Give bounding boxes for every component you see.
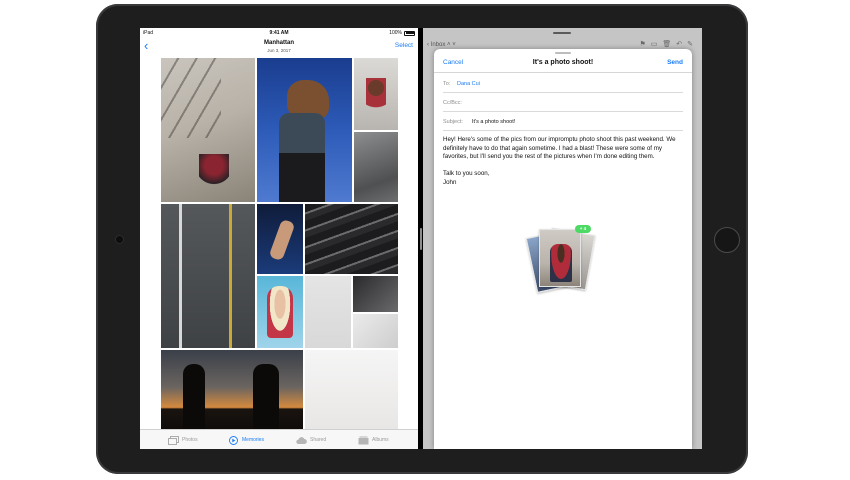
moment-title: Manhattan (264, 40, 294, 46)
photo-thumbnail[interactable] (161, 350, 303, 432)
compose-grabber[interactable] (555, 52, 571, 54)
photos-app-pane: iPad 9:41 AM 100% ‹ Manhattan Jun 3, 201… (140, 28, 418, 449)
tab-albums-label: Albums (372, 437, 389, 443)
compose-title: It's a photo shoot! (532, 58, 594, 66)
compose-sheet: Cancel It's a photo shoot! Send To: Dana… (434, 49, 692, 449)
tab-memories-label: Memories (242, 437, 264, 443)
albums-tab-icon (358, 436, 369, 444)
home-button[interactable] (714, 227, 740, 253)
flag-icon[interactable]: ⚑ (639, 41, 650, 48)
subject-field[interactable]: Subject: It's a photo shoot! (443, 112, 683, 131)
subject-value[interactable]: It's a photo shoot! (472, 119, 515, 125)
trash-icon[interactable]: 🗑 (662, 41, 676, 48)
cloud-shared-icon (296, 436, 307, 444)
body-paragraph: Hey! Here's some of the pics from our im… (443, 136, 676, 161)
photo-thumbnail[interactable] (353, 276, 398, 312)
to-recipient[interactable]: Dana Cui (457, 81, 480, 87)
tab-photos-label: Photos (182, 437, 198, 443)
tab-shared[interactable]: Shared (296, 433, 326, 447)
battery-icon (404, 30, 415, 36)
body-signoff: Talk to you soon, (443, 170, 490, 178)
moment-date: Jun 3, 2017 (267, 48, 291, 53)
tab-memories[interactable]: Memories (228, 433, 264, 447)
screen: iPad 9:41 AM 100% ‹ Manhattan Jun 3, 201… (140, 28, 702, 449)
photo-thumbnail[interactable] (305, 350, 398, 432)
photo-thumbnail[interactable] (354, 58, 398, 130)
status-time: 9:41 AM (269, 30, 289, 36)
photo-thumbnail[interactable] (161, 58, 255, 202)
compose-icon[interactable]: ✎ (687, 41, 698, 48)
battery-percentage: 100% (389, 30, 402, 36)
photo-attachment-stack[interactable]: + 4 (525, 225, 597, 295)
cc-bcc-label: Cc/Bcc: (443, 100, 462, 106)
photo-thumbnail[interactable] (353, 314, 398, 348)
tab-shared-label: Shared (310, 437, 327, 443)
body-signature: John (443, 178, 457, 186)
photo-thumbnail[interactable] (354, 132, 398, 202)
select-button[interactable]: Select (395, 42, 413, 49)
cc-bcc-field[interactable]: Cc/Bcc: (443, 93, 683, 112)
send-button[interactable]: Send (667, 59, 683, 66)
attachment-photo (539, 229, 581, 287)
subject-label: Subject: (443, 119, 463, 125)
photo-thumbnail[interactable] (305, 204, 398, 274)
photo-thumbnail[interactable] (257, 276, 303, 348)
photo-thumbnail[interactable] (257, 204, 303, 274)
mail-grabber[interactable] (553, 32, 571, 34)
message-body[interactable]: Hey! Here's some of the pics from our im… (443, 136, 683, 188)
photos-tab-bar: Photos Memories Shared Albums (140, 429, 418, 449)
front-camera (116, 236, 123, 243)
reply-icon[interactable]: ↶ (676, 41, 687, 48)
photo-thumbnail[interactable] (257, 58, 352, 202)
photo-grid (161, 58, 398, 432)
mail-toolbar: ⚑▭🗑↶✎ (639, 40, 698, 48)
photo-thumbnail[interactable] (161, 204, 255, 348)
memories-tab-icon (229, 435, 238, 445)
tab-photos[interactable]: Photos (168, 433, 198, 447)
folder-icon[interactable]: ▭ (651, 41, 663, 48)
to-label: To: (443, 81, 451, 87)
to-field[interactable]: To: Dana Cui (443, 74, 683, 93)
split-view-handle[interactable] (419, 228, 422, 250)
photos-tab-icon (168, 435, 179, 445)
attachment-count-badge: + 4 (575, 225, 591, 233)
mail-app-pane: ‹ Inbox ˄ ˅ ⚑▭🗑↶✎ Cancel It's a photo sh… (423, 28, 702, 449)
photos-nav-bar: ‹ Manhattan Jun 3, 2017 Select (140, 38, 418, 57)
tab-albums[interactable]: Albums (358, 433, 389, 447)
compose-header: Cancel It's a photo shoot! Send (434, 55, 692, 73)
photo-thumbnail[interactable] (305, 276, 351, 348)
mail-back-inbox[interactable]: ‹ Inbox ˄ ˅ (427, 42, 456, 48)
status-bar: iPad 9:41 AM 100% (140, 28, 418, 38)
inbox-label: Inbox (430, 42, 446, 48)
